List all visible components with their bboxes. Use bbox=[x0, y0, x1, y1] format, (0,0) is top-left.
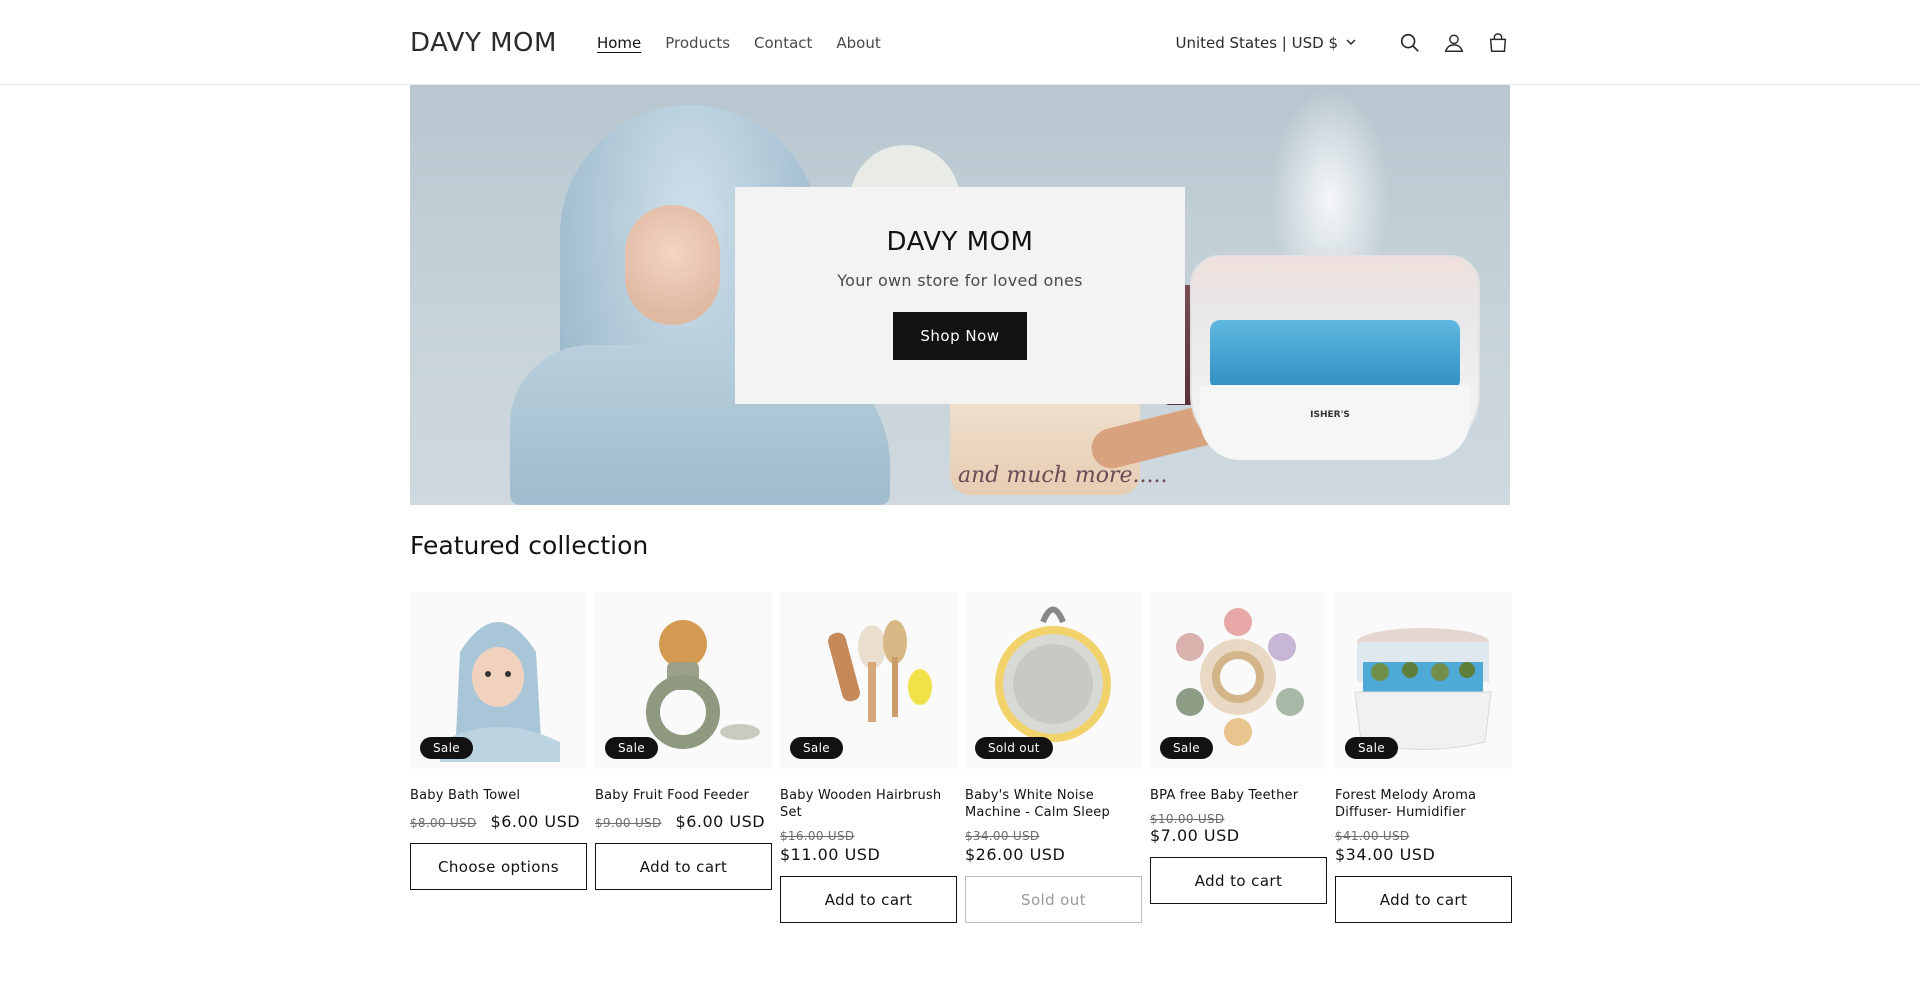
sold-out-button: Sold out bbox=[965, 876, 1142, 923]
sale-price: $7.00 USD bbox=[1150, 826, 1240, 845]
featured-collection-title: Featured collection bbox=[410, 531, 649, 560]
add-to-cart-button[interactable]: Add to cart bbox=[1335, 876, 1512, 923]
product-name[interactable]: Baby's White Noise Machine - Calm Sleep bbox=[965, 787, 1142, 821]
hero-script-text: and much more..... bbox=[958, 463, 1168, 488]
sold-out-badge: Sold out bbox=[975, 737, 1053, 759]
main-nav: Home Products Contact About bbox=[585, 34, 893, 52]
regular-price: $9.00 USD bbox=[595, 816, 662, 830]
product-price: $9.00 USD $6.00 USD bbox=[595, 812, 772, 831]
nav-home[interactable]: Home bbox=[585, 34, 653, 52]
regular-price: $16.00 USD bbox=[780, 829, 855, 843]
nav-contact[interactable]: Contact bbox=[742, 34, 824, 52]
product-price: $34.00 USD $26.00 USD bbox=[965, 829, 1142, 864]
hero-humidifier-water bbox=[1210, 320, 1460, 390]
chevron-down-icon bbox=[1346, 39, 1356, 46]
hero-humidifier-base bbox=[1200, 385, 1470, 460]
add-to-cart-button[interactable]: Add to cart bbox=[1150, 857, 1327, 904]
product-image[interactable]: Sale bbox=[780, 592, 957, 769]
product-name[interactable]: Forest Melody Aroma Diffuser- Humidifier bbox=[1335, 787, 1512, 821]
product-card: Sale Baby Wooden Hairbrush Set $16.00 US… bbox=[780, 592, 957, 923]
add-to-cart-button[interactable]: Add to cart bbox=[595, 843, 772, 890]
product-card: Sold out Baby's White Noise Machine - Ca… bbox=[965, 592, 1142, 923]
account-icon[interactable] bbox=[1442, 31, 1466, 55]
product-price: $41.00 USD $34.00 USD bbox=[1335, 829, 1512, 864]
sale-badge: Sale bbox=[420, 737, 473, 759]
header-inner: DAVY MOM Home Products Contact About Uni… bbox=[410, 0, 1510, 85]
product-image[interactable]: Sale bbox=[595, 592, 772, 769]
product-image[interactable]: Sale bbox=[410, 592, 587, 769]
sale-price: $34.00 USD bbox=[1335, 845, 1436, 864]
nav-products[interactable]: Products bbox=[653, 34, 742, 52]
country-selector-label: United States | USD $ bbox=[1175, 33, 1338, 52]
product-price: $10.00 USD $7.00 USD bbox=[1150, 812, 1327, 845]
country-selector[interactable]: United States | USD $ bbox=[1175, 34, 1356, 52]
product-name[interactable]: Baby Fruit Food Feeder bbox=[595, 787, 772, 804]
hero-steam bbox=[1270, 85, 1390, 275]
hero-humidifier-brand: ISHER'S bbox=[1310, 410, 1350, 420]
sale-price: $26.00 USD bbox=[965, 845, 1066, 864]
hero-banner: ISHER'S and much more..... DAVY MOM Your… bbox=[410, 85, 1510, 505]
sale-price: $11.00 USD bbox=[780, 845, 881, 864]
product-price: $16.00 USD $11.00 USD bbox=[780, 829, 957, 864]
cart-icon[interactable] bbox=[1486, 31, 1510, 55]
hero-title: DAVY MOM bbox=[886, 227, 1034, 257]
product-card: Sale Forest Melody Aroma Diffuser- Humid… bbox=[1335, 592, 1512, 923]
regular-price: $34.00 USD bbox=[965, 829, 1040, 843]
sale-badge: Sale bbox=[605, 737, 658, 759]
regular-price: $41.00 USD bbox=[1335, 829, 1410, 843]
sale-price: $6.00 USD bbox=[675, 812, 766, 831]
product-grid: Sale Baby Bath Towel $8.00 USD $6.00 USD… bbox=[410, 592, 1520, 923]
sale-badge: Sale bbox=[1160, 737, 1213, 759]
hero-content-box: DAVY MOM Your own store for loved ones S… bbox=[735, 187, 1185, 404]
sale-badge: Sale bbox=[1345, 737, 1398, 759]
shop-now-button[interactable]: Shop Now bbox=[893, 312, 1027, 360]
regular-price: $8.00 USD bbox=[410, 816, 477, 830]
sale-badge: Sale bbox=[790, 737, 843, 759]
product-name[interactable]: Baby Wooden Hairbrush Set bbox=[780, 787, 957, 821]
product-card: Sale Baby Fruit Food Feeder $9.00 USD $6… bbox=[595, 592, 772, 923]
add-to-cart-button[interactable]: Add to cart bbox=[780, 876, 957, 923]
product-price: $8.00 USD $6.00 USD bbox=[410, 812, 587, 831]
product-image[interactable]: Sold out bbox=[965, 592, 1142, 769]
product-image[interactable]: Sale bbox=[1335, 592, 1512, 769]
choose-options-button[interactable]: Choose options bbox=[410, 843, 587, 890]
product-name[interactable]: BPA free Baby Teether bbox=[1150, 787, 1327, 804]
product-name[interactable]: Baby Bath Towel bbox=[410, 787, 587, 804]
product-card: Sale BPA free Baby Teether $10.00 USD $7… bbox=[1150, 592, 1327, 923]
product-card: Sale Baby Bath Towel $8.00 USD $6.00 USD… bbox=[410, 592, 587, 923]
hero-subtitle: Your own store for loved ones bbox=[837, 271, 1083, 290]
site-header: DAVY MOM Home Products Contact About Uni… bbox=[0, 0, 1920, 85]
search-icon[interactable] bbox=[1398, 31, 1422, 55]
nav-about[interactable]: About bbox=[824, 34, 892, 52]
hero-baby-face bbox=[625, 205, 720, 325]
product-image[interactable]: Sale bbox=[1150, 592, 1327, 769]
regular-price: $10.00 USD bbox=[1150, 812, 1225, 826]
sale-price: $6.00 USD bbox=[490, 812, 581, 831]
site-logo[interactable]: DAVY MOM bbox=[410, 28, 557, 58]
